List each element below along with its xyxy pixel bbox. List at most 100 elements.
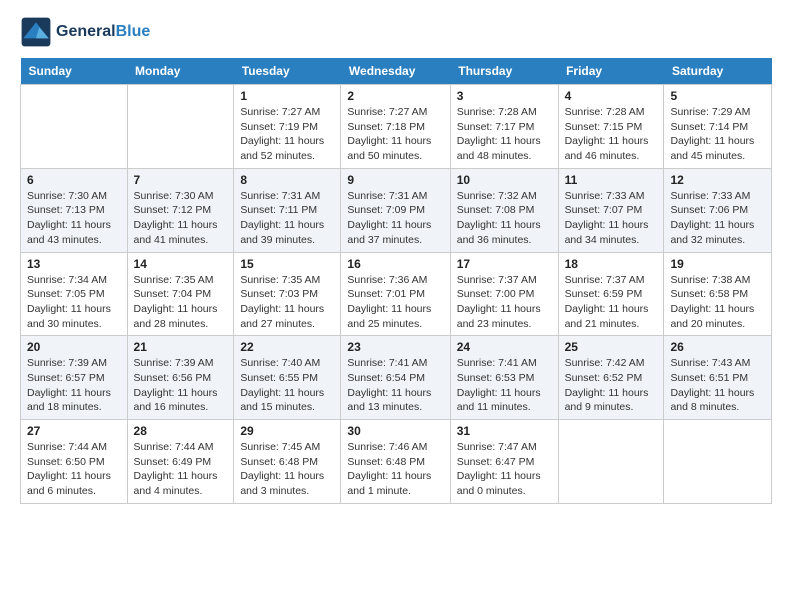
calendar-cell: 7 Sunrise: 7:30 AM Sunset: 7:12 PM Daylig… [127,168,234,252]
day-number: 4 [565,89,658,103]
day-info: Sunrise: 7:37 AM Sunset: 6:59 PM Dayligh… [565,273,658,332]
calendar-cell: 14Sunrise: 7:35 AM Sunset: 7:04 PM Dayli… [127,252,234,336]
calendar-cell: 15 Sunrise: 7:35 AM Sunset: 7:03 PM Dayli… [234,252,341,336]
day-number: 16 [347,257,443,271]
day-info: Sunrise: 7:27 AM Sunset: 7:19 PM Dayligh… [240,105,334,164]
day-number: 6 [27,173,121,187]
calendar-cell: 23 Sunrise: 7:41 AM Sunset: 6:54 PM Dayli… [341,336,450,420]
weekday-header: Thursday [450,58,558,85]
calendar-cell: 17 Sunrise: 7:37 AM Sunset: 7:00 PM Dayli… [450,252,558,336]
day-info: Sunrise: 7:30 AM Sunset: 7:13 PM Dayligh… [27,189,121,248]
day-number: 14 [134,257,228,271]
day-info: Sunrise: 7:28 AM Sunset: 7:15 PM Dayligh… [565,105,658,164]
day-number: 10 [457,173,552,187]
calendar-cell: 22 Sunrise: 7:40 AM Sunset: 6:55 PM Dayli… [234,336,341,420]
day-number: 30 [347,424,443,438]
day-info: Sunrise: 7:46 AM Sunset: 6:48 PM Dayligh… [347,440,443,499]
day-number: 29 [240,424,334,438]
calendar-cell: 31 Sunrise: 7:47 AM Sunset: 6:47 PM Dayli… [450,420,558,504]
calendar-cell: 12Sunrise: 7:33 AM Sunset: 7:06 PM Dayli… [664,168,772,252]
day-info: Sunrise: 7:43 AM Sunset: 6:51 PM Dayligh… [670,356,765,415]
calendar-cell: 27 Sunrise: 7:44 AM Sunset: 6:50 PM Dayli… [21,420,128,504]
calendar-week-row: 1 Sunrise: 7:27 AM Sunset: 7:19 PM Daylig… [21,85,772,169]
day-info: Sunrise: 7:31 AM Sunset: 7:09 PM Dayligh… [347,189,443,248]
day-info: Sunrise: 7:40 AM Sunset: 6:55 PM Dayligh… [240,356,334,415]
day-info: Sunrise: 7:28 AM Sunset: 7:17 PM Dayligh… [457,105,552,164]
day-number: 25 [565,340,658,354]
day-number: 7 [134,173,228,187]
calendar-week-row: 6 Sunrise: 7:30 AM Sunset: 7:13 PM Daylig… [21,168,772,252]
calendar-cell: 19Sunrise: 7:38 AM Sunset: 6:58 PM Dayli… [664,252,772,336]
day-info: Sunrise: 7:45 AM Sunset: 6:48 PM Dayligh… [240,440,334,499]
day-number: 1 [240,89,334,103]
day-number: 26 [670,340,765,354]
day-number: 22 [240,340,334,354]
weekday-header: Friday [558,58,664,85]
calendar-cell: 3 Sunrise: 7:28 AM Sunset: 7:17 PM Daylig… [450,85,558,169]
calendar-week-row: 20Sunrise: 7:39 AM Sunset: 6:57 PM Dayli… [21,336,772,420]
day-number: 13 [27,257,121,271]
day-info: Sunrise: 7:41 AM Sunset: 6:54 PM Dayligh… [347,356,443,415]
calendar-cell: 25Sunrise: 7:42 AM Sunset: 6:52 PM Dayli… [558,336,664,420]
day-info: Sunrise: 7:30 AM Sunset: 7:12 PM Dayligh… [134,189,228,248]
calendar-cell [664,420,772,504]
calendar-cell: 13 Sunrise: 7:34 AM Sunset: 7:05 PM Dayli… [21,252,128,336]
day-info: Sunrise: 7:27 AM Sunset: 7:18 PM Dayligh… [347,105,443,164]
day-number: 27 [27,424,121,438]
calendar-cell [558,420,664,504]
calendar-cell: 30 Sunrise: 7:46 AM Sunset: 6:48 PM Dayli… [341,420,450,504]
calendar-cell: 11Sunrise: 7:33 AM Sunset: 7:07 PM Dayli… [558,168,664,252]
weekday-header: Tuesday [234,58,341,85]
day-info: Sunrise: 7:39 AM Sunset: 6:57 PM Dayligh… [27,356,121,415]
day-number: 31 [457,424,552,438]
calendar-cell: 29 Sunrise: 7:45 AM Sunset: 6:48 PM Dayli… [234,420,341,504]
day-number: 2 [347,89,443,103]
day-number: 28 [134,424,228,438]
header: GeneralBlue [20,16,772,48]
calendar-cell: 10 Sunrise: 7:32 AM Sunset: 7:08 PM Dayli… [450,168,558,252]
weekday-header: Wednesday [341,58,450,85]
day-info: Sunrise: 7:39 AM Sunset: 6:56 PM Dayligh… [134,356,228,415]
day-number: 8 [240,173,334,187]
day-info: Sunrise: 7:36 AM Sunset: 7:01 PM Dayligh… [347,273,443,332]
day-info: Sunrise: 7:29 AM Sunset: 7:14 PM Dayligh… [670,105,765,164]
calendar-cell: 28Sunrise: 7:44 AM Sunset: 6:49 PM Dayli… [127,420,234,504]
day-info: Sunrise: 7:32 AM Sunset: 7:08 PM Dayligh… [457,189,552,248]
logo-icon [20,16,52,48]
day-number: 15 [240,257,334,271]
calendar-cell: 1 Sunrise: 7:27 AM Sunset: 7:19 PM Daylig… [234,85,341,169]
calendar-cell: 16 Sunrise: 7:36 AM Sunset: 7:01 PM Dayli… [341,252,450,336]
day-info: Sunrise: 7:47 AM Sunset: 6:47 PM Dayligh… [457,440,552,499]
calendar-week-row: 13 Sunrise: 7:34 AM Sunset: 7:05 PM Dayli… [21,252,772,336]
calendar-cell: 9 Sunrise: 7:31 AM Sunset: 7:09 PM Daylig… [341,168,450,252]
day-number: 12 [670,173,765,187]
day-number: 18 [565,257,658,271]
day-info: Sunrise: 7:37 AM Sunset: 7:00 PM Dayligh… [457,273,552,332]
calendar-cell [127,85,234,169]
day-number: 9 [347,173,443,187]
weekday-header: Monday [127,58,234,85]
calendar-cell: 21Sunrise: 7:39 AM Sunset: 6:56 PM Dayli… [127,336,234,420]
day-info: Sunrise: 7:34 AM Sunset: 7:05 PM Dayligh… [27,273,121,332]
logo: GeneralBlue [20,16,150,48]
calendar-cell: 5 Sunrise: 7:29 AM Sunset: 7:14 PM Daylig… [664,85,772,169]
calendar-cell: 8 Sunrise: 7:31 AM Sunset: 7:11 PM Daylig… [234,168,341,252]
day-number: 17 [457,257,552,271]
calendar-page: GeneralBlue SundayMondayTuesdayWednesday… [0,0,792,520]
day-info: Sunrise: 7:31 AM Sunset: 7:11 PM Dayligh… [240,189,334,248]
day-number: 24 [457,340,552,354]
calendar-cell: 6 Sunrise: 7:30 AM Sunset: 7:13 PM Daylig… [21,168,128,252]
calendar-cell: 20Sunrise: 7:39 AM Sunset: 6:57 PM Dayli… [21,336,128,420]
day-number: 5 [670,89,765,103]
calendar-cell [21,85,128,169]
day-info: Sunrise: 7:35 AM Sunset: 7:03 PM Dayligh… [240,273,334,332]
calendar-cell: 18 Sunrise: 7:37 AM Sunset: 6:59 PM Dayli… [558,252,664,336]
day-info: Sunrise: 7:41 AM Sunset: 6:53 PM Dayligh… [457,356,552,415]
day-number: 3 [457,89,552,103]
day-number: 19 [670,257,765,271]
day-info: Sunrise: 7:33 AM Sunset: 7:07 PM Dayligh… [565,189,658,248]
day-number: 23 [347,340,443,354]
day-info: Sunrise: 7:44 AM Sunset: 6:50 PM Dayligh… [27,440,121,499]
calendar-table: SundayMondayTuesdayWednesdayThursdayFrid… [20,58,772,504]
calendar-cell: 4 Sunrise: 7:28 AM Sunset: 7:15 PM Daylig… [558,85,664,169]
